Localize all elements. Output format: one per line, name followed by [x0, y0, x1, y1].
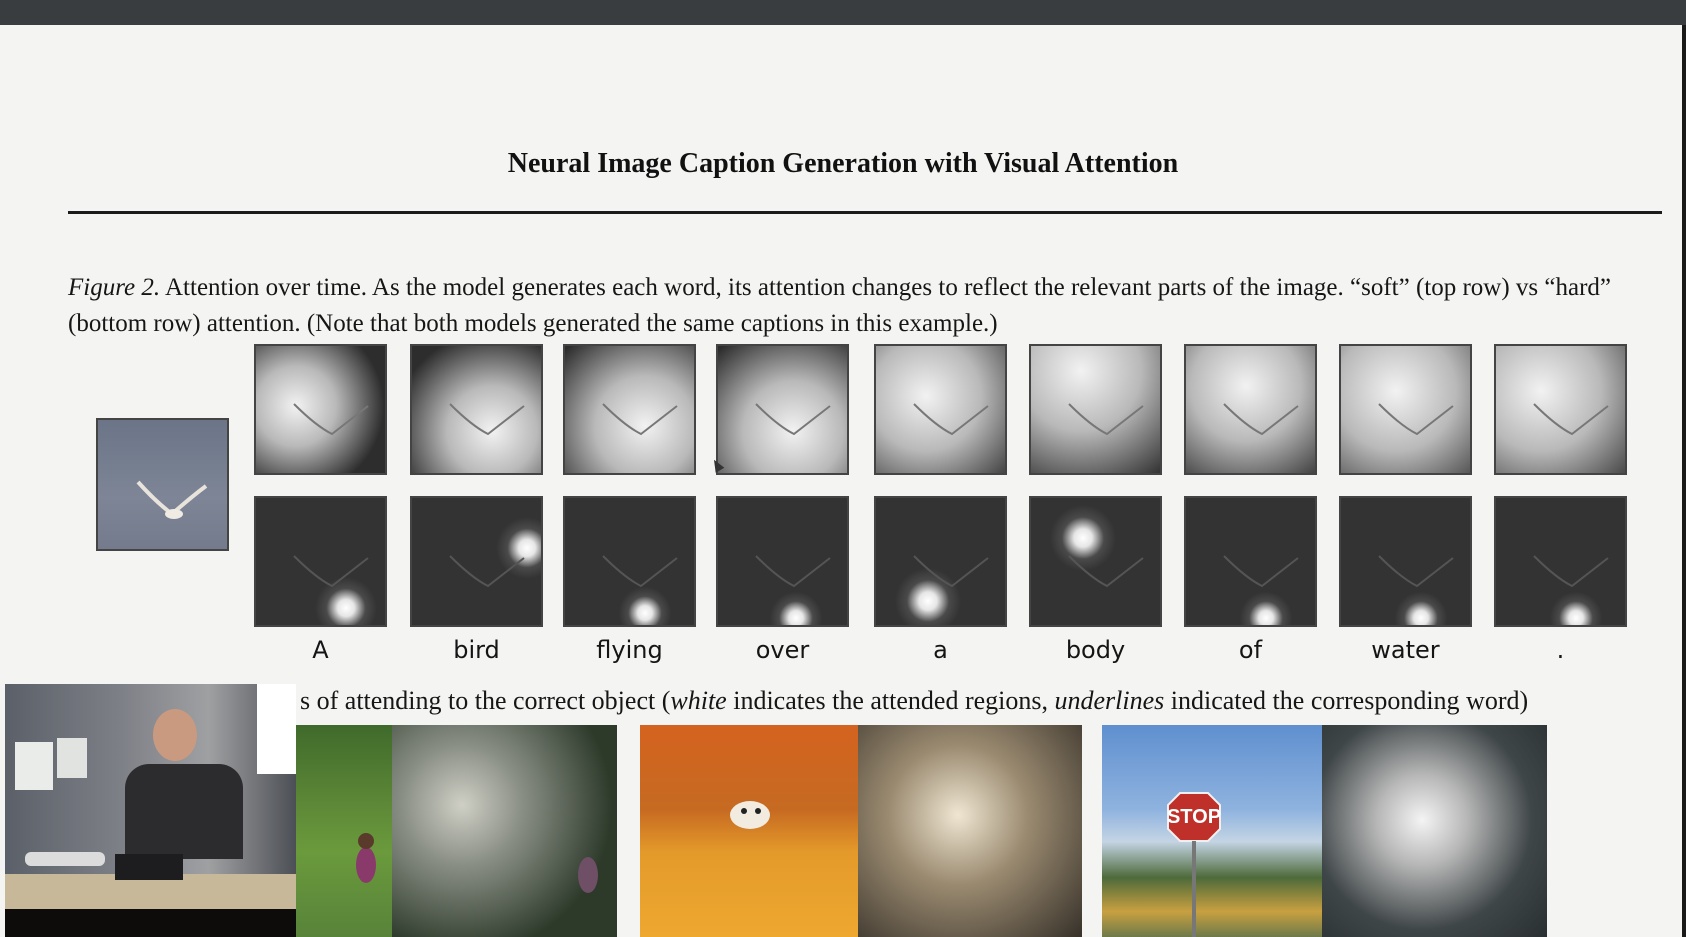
- original-bird-image: [96, 418, 229, 551]
- soft-attention-map: [874, 344, 1007, 475]
- caption-word: water: [1371, 636, 1440, 664]
- hard-attention-map: [1184, 496, 1317, 627]
- bottom-caption-part1: s of attending to the correct object (: [300, 686, 671, 715]
- soft-attention-map: [1494, 344, 1627, 475]
- soft-attention-map: [1029, 344, 1162, 475]
- caption-word: of: [1238, 636, 1263, 664]
- soft-attention-map: [563, 344, 696, 475]
- paper-header-title: Neural Image Caption Generation with Vis…: [507, 148, 1179, 179]
- soft-attention-map: [716, 344, 849, 475]
- soft-attention-map: [254, 344, 387, 475]
- presenter-head: [153, 709, 197, 761]
- hard-attention-map: [716, 496, 849, 627]
- presenter-shirt: [125, 764, 243, 859]
- bottom-figure-caption: s of attending to the correct object (wh…: [300, 686, 1528, 716]
- right-edge-band: [1682, 25, 1686, 937]
- bottom-caption-part2: indicates the attended regions,: [726, 686, 1055, 715]
- stop-sign-text: STOP: [1167, 806, 1221, 828]
- caption-word: bird: [453, 636, 500, 664]
- soft-attention-map: [410, 344, 543, 475]
- figure-caption: Figure 2. Attention over time. As the mo…: [68, 270, 1668, 342]
- stop-sign-photo: STOP: [1102, 725, 1322, 937]
- bottom-caption-part3: indicated the corresponding word): [1164, 686, 1529, 715]
- stop-sign-attention: [1322, 725, 1547, 937]
- caption-word: flying: [596, 636, 663, 664]
- caption-word: A: [312, 636, 329, 664]
- laptop: [115, 854, 183, 880]
- hard-attention-map: [1029, 496, 1162, 627]
- hard-attention-map: [410, 496, 543, 627]
- caption-word: over: [755, 636, 810, 664]
- bottom-caption-white: white: [670, 686, 727, 715]
- video-top-bar: [0, 0, 1686, 25]
- dog-bed-attention: [858, 725, 1082, 937]
- hard-attention-map: [1339, 496, 1472, 627]
- projector-screen: [257, 684, 296, 774]
- girl-park-photo: [296, 725, 392, 937]
- caption-word: a: [933, 636, 948, 664]
- hard-attention-map: [563, 496, 696, 627]
- wall-poster: [15, 742, 53, 790]
- girl-park-attention: [392, 725, 617, 937]
- soft-attention-map: [1184, 344, 1317, 475]
- hard-attention-map: [1494, 496, 1627, 627]
- wall-poster-2: [57, 738, 87, 778]
- bottom-caption-underlines: underlines: [1054, 686, 1165, 715]
- presenter-webcam-overlay: [5, 684, 296, 937]
- audience-silhouette: [5, 909, 296, 937]
- caption-word: body: [1065, 636, 1126, 664]
- dog-bed-photo: [640, 725, 858, 937]
- figure-label: Figure 2.: [68, 274, 161, 301]
- figure-caption-text: Attention over time. As the model genera…: [68, 274, 1612, 337]
- header-rule: [68, 211, 1662, 214]
- hard-attention-map: [874, 496, 1007, 627]
- caption-word: .: [1556, 636, 1565, 664]
- desk-equipment: [25, 852, 105, 866]
- soft-attention-map: [1339, 344, 1472, 475]
- hard-attention-map: [254, 496, 387, 627]
